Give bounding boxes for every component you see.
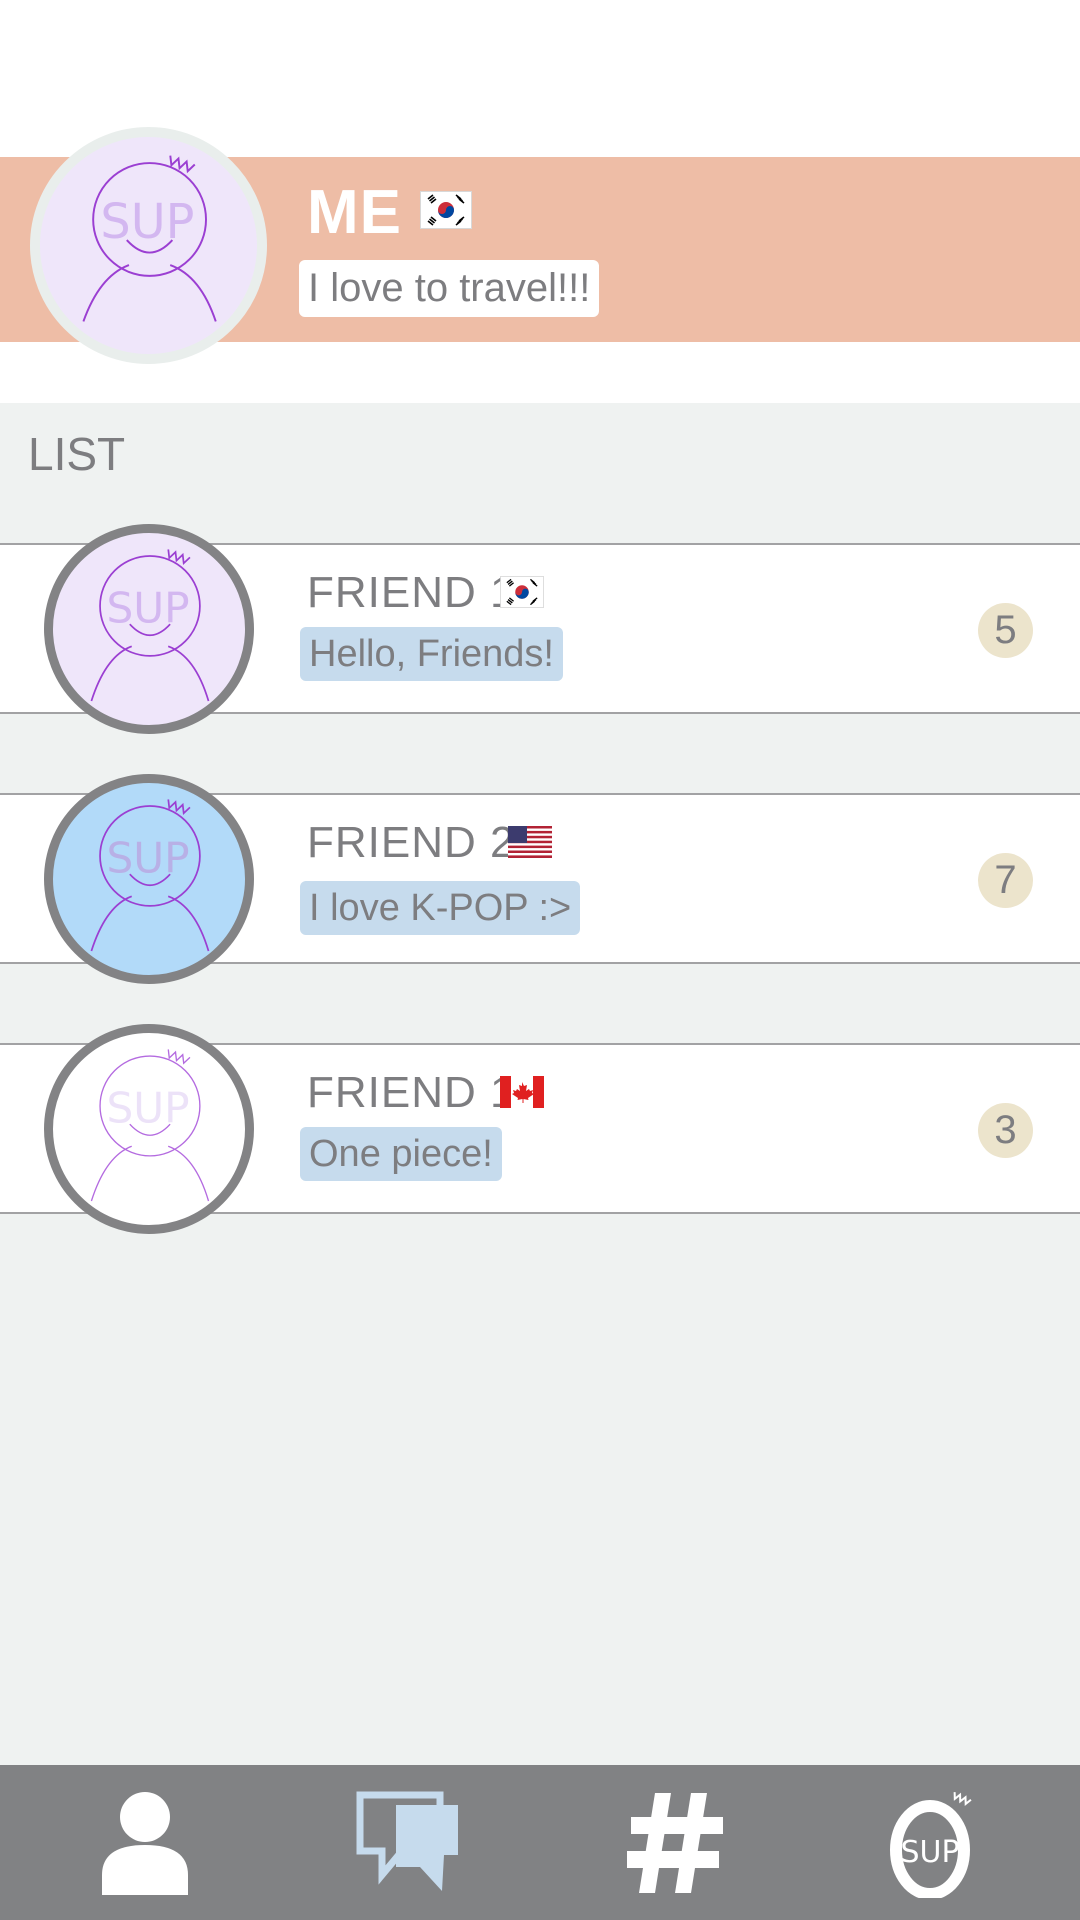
friend-avatar[interactable]: SUP [44, 1024, 254, 1234]
sup-avatar-icon: SUP [90, 799, 210, 952]
svg-text:SUP: SUP [900, 1835, 959, 1870]
unread-count-badge: 5 [978, 603, 1033, 658]
sup-logo-icon: SUP [890, 1791, 972, 1898]
friend-name: FRIEND 1 [307, 1068, 516, 1117]
unread-count-badge: 7 [978, 853, 1033, 908]
friend-avatar[interactable]: SUP [44, 524, 254, 734]
my-avatar[interactable]: SUP [30, 127, 267, 364]
friend-status-message: I love K-POP :> [300, 881, 581, 935]
sup-avatar-icon: SUP [90, 549, 210, 702]
nav-tab-chats[interactable] [273, 1765, 543, 1920]
nav-tab-sup[interactable]: SUP [802, 1765, 1072, 1920]
unread-count-badge: 3 [978, 1103, 1033, 1158]
chat-icon [356, 1791, 458, 1891]
my-name: ME [307, 178, 402, 247]
list-title: LIST [28, 428, 126, 480]
friend-avatar[interactable]: SUP [44, 774, 254, 984]
friend-status-message: One piece! [300, 1127, 502, 1181]
svg-text:SUP: SUP [106, 833, 189, 882]
friend-name: FRIEND 2 [307, 818, 516, 867]
nav-tab-hashtag[interactable] [542, 1765, 812, 1920]
korea-flag-icon [420, 191, 472, 229]
svg-text:SUP: SUP [106, 1083, 189, 1132]
person-icon [102, 1791, 188, 1895]
korea-flag-icon [500, 576, 544, 608]
hashtag-icon [627, 1792, 723, 1893]
my-status-message[interactable]: I love to travel!!! [299, 260, 600, 317]
svg-text:SUP: SUP [100, 195, 194, 250]
svg-text:SUP: SUP [106, 583, 189, 632]
sup-avatar-icon: SUP [90, 1049, 210, 1202]
friend-name: FRIEND 1 [307, 568, 516, 617]
canada-flag-icon [500, 1076, 544, 1108]
usa-flag-icon [508, 826, 552, 858]
sup-avatar-icon: SUP [82, 155, 217, 322]
nav-tab-profile[interactable] [10, 1765, 280, 1920]
friend-status-message: Hello, Friends! [300, 627, 563, 681]
bottom-navigation-bar: SUP [0, 1765, 1080, 1920]
